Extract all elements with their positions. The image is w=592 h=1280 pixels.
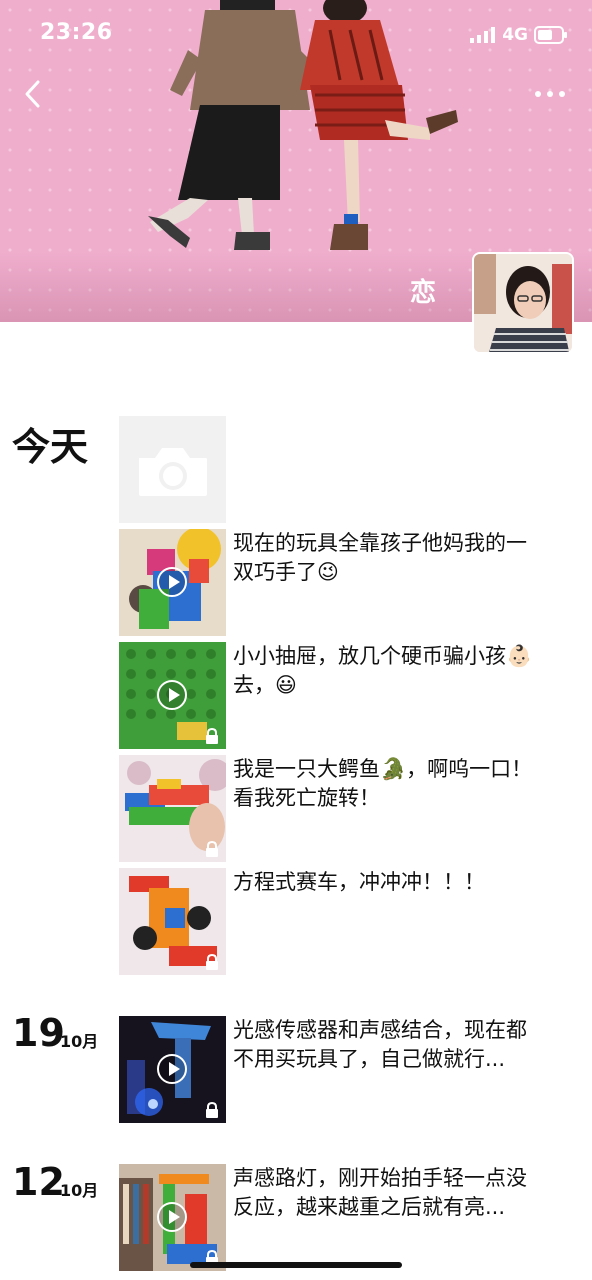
- post-thumbnail[interactable]: [119, 642, 226, 749]
- post-caption: 现在的玩具全靠孩子他妈我的一双巧手了😉: [233, 531, 527, 584]
- today-label: 今天: [12, 425, 89, 469]
- moment-post[interactable]: 我是一只大鳄鱼🐊，啊呜一口！看我死亡旋转！: [119, 755, 559, 862]
- post-caption: 光感传感器和声感结合，现在都不用买玩具了，自己做就行...: [233, 1018, 527, 1071]
- home-indicator[interactable]: [190, 1262, 402, 1268]
- status-bar: 23:26 4G: [0, 18, 592, 54]
- camera-icon: [139, 448, 207, 496]
- camera-post-tile[interactable]: [119, 416, 226, 523]
- post-thumbnail[interactable]: [119, 1016, 226, 1123]
- back-arrow-icon[interactable]: [14, 74, 54, 114]
- post-thumbnail[interactable]: [119, 529, 226, 636]
- play-icon: [157, 680, 187, 710]
- battery-icon: [534, 26, 567, 44]
- more-options-icon[interactable]: [528, 80, 572, 108]
- moment-post[interactable]: 光感传感器和声感结合，现在都不用买玩具了，自己做就行...: [119, 1016, 559, 1123]
- user-nickname: 恋: [410, 278, 437, 308]
- play-icon: [157, 1054, 187, 1084]
- post-caption: 方程式赛车，冲冲冲！！！: [233, 870, 485, 894]
- moment-post[interactable]: 方程式赛车，冲冲冲！！！: [119, 868, 559, 975]
- status-time: 23:26: [40, 20, 113, 45]
- moment-post[interactable]: 声感路灯，刚开始拍手轻一点没反应，越来越重之后就有亮...: [119, 1164, 559, 1271]
- post-day: 19: [12, 1011, 65, 1055]
- post-thumbnail[interactable]: [119, 1164, 226, 1271]
- user-avatar[interactable]: [472, 252, 574, 354]
- moment-post[interactable]: 小小抽屉，放几个硬币骗小孩👶🏻去，😃: [119, 642, 559, 749]
- status-indicators: 4G: [470, 25, 568, 45]
- network-type: 4G: [502, 25, 528, 45]
- post-caption: 小小抽屉，放几个硬币骗小孩👶🏻去，😃: [233, 644, 533, 697]
- post-day: 12: [12, 1160, 65, 1204]
- lock-icon: [206, 954, 218, 970]
- lock-icon: [206, 1102, 218, 1118]
- post-thumbnail[interactable]: [119, 755, 226, 862]
- play-icon: [157, 567, 187, 597]
- lock-icon: [206, 728, 218, 744]
- post-month: 10月: [60, 1181, 99, 1200]
- lock-icon: [206, 841, 218, 857]
- signal-icon: [470, 27, 496, 43]
- post-caption: 声感路灯，刚开始拍手轻一点没反应，越来越重之后就有亮...: [233, 1166, 527, 1219]
- post-caption: 我是一只大鳄鱼🐊，啊呜一口！看我死亡旋转！: [233, 757, 533, 810]
- avatar-photo: [474, 254, 572, 352]
- post-thumbnail[interactable]: [119, 868, 226, 975]
- moment-post[interactable]: 现在的玩具全靠孩子他妈我的一双巧手了😉: [119, 529, 559, 636]
- play-icon: [157, 1202, 187, 1232]
- post-month: 10月: [60, 1032, 99, 1051]
